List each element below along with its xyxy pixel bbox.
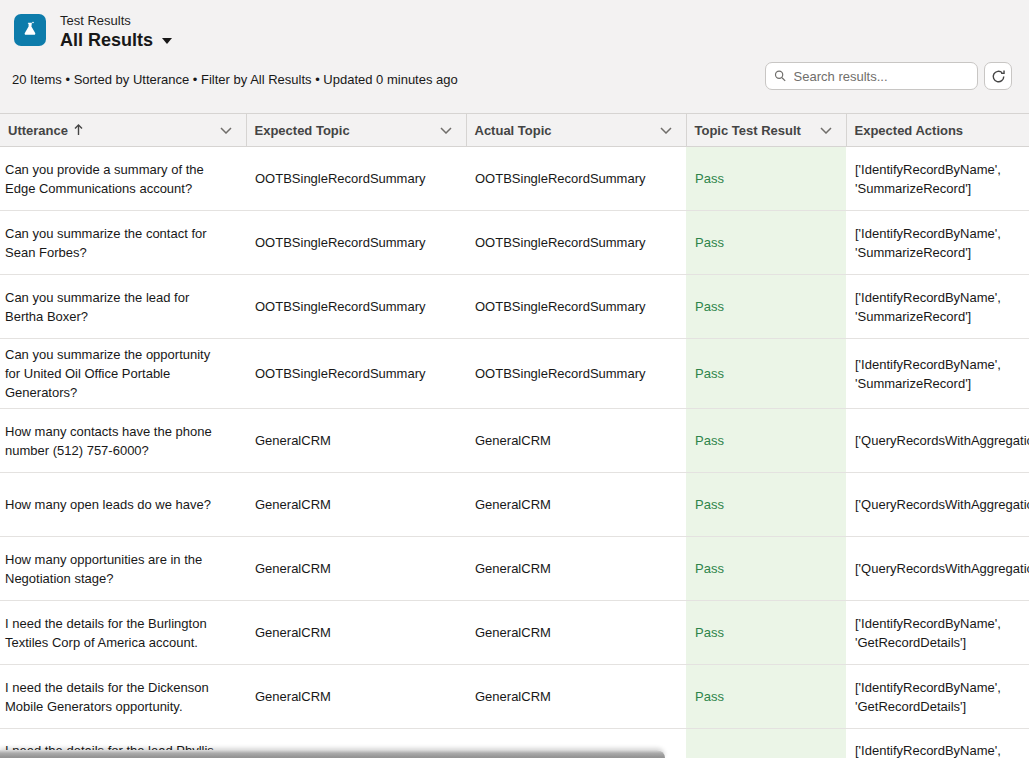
actual-topic-cell: OOTBSingleRecordSummary (466, 147, 686, 211)
actual-topic-cell: GeneralCRM (466, 473, 686, 537)
flask-icon (20, 20, 40, 40)
refresh-icon (991, 69, 1006, 84)
expected-topic-cell: GeneralCRM (246, 473, 466, 537)
topic-test-result-cell: Pass (686, 409, 846, 473)
refresh-button[interactable] (984, 62, 1012, 90)
table-row: How many contacts have the phone number … (0, 409, 1029, 473)
column-header-expected-topic[interactable]: Expected Topic (246, 114, 466, 147)
table-row: Can you summarize the opportunity for Un… (0, 339, 1029, 409)
actual-topic-cell: GeneralCRM (466, 601, 686, 665)
utterance-cell: How many opportunities are in the Negoti… (0, 537, 246, 601)
utterance-cell: I need the details for the Burlington Te… (0, 601, 246, 665)
search-input[interactable] (794, 69, 969, 84)
search-box[interactable] (765, 62, 978, 90)
expected-topic-cell: GeneralCRM (246, 665, 466, 729)
expected-topic-cell: GeneralCRM (246, 537, 466, 601)
chevron-down-icon[interactable] (440, 127, 452, 134)
utterance-cell: How many contacts have the phone number … (0, 409, 246, 473)
utterance-cell: Can you summarize the contact for Sean F… (0, 211, 246, 275)
expected-topic-cell: OOTBSingleRecordSummary (246, 147, 466, 211)
table-header: Utterance Expected Topic Actual Topic Topic… (0, 114, 1029, 147)
column-header-topic-test-result[interactable]: Topic Test Result (686, 114, 846, 147)
topic-test-result-cell: Pass (686, 339, 846, 409)
topic-test-result-cell: Pass (686, 211, 846, 275)
docked-window-bar[interactable] (0, 750, 665, 758)
expected-actions-cell: ['IdentifyRecordByName', 'GetRecordDetai… (846, 665, 1029, 729)
table-row: Can you provide a summary of the Edge Co… (0, 147, 1029, 211)
view-label[interactable]: All Results (60, 30, 153, 50)
expected-topic-cell: OOTBSingleRecordSummary (246, 339, 466, 409)
chevron-down-icon[interactable] (220, 127, 232, 134)
actual-topic-cell: OOTBSingleRecordSummary (466, 211, 686, 275)
table-row: Can you summarize the lead for Bertha Bo… (0, 275, 1029, 339)
topic-test-result-cell: Pass (686, 601, 846, 665)
actual-topic-cell: OOTBSingleRecordSummary (466, 275, 686, 339)
object-label: Test Results (60, 13, 172, 29)
table-row: How many opportunities are in the Negoti… (0, 537, 1029, 601)
expected-actions-cell: ['IdentifyRecordByName', 'SummarizeRecor… (846, 275, 1029, 339)
utterance-cell: How many open leads do we have? (0, 473, 246, 537)
column-label: Utterance (8, 123, 68, 138)
expected-actions-cell: ['IdentifyRecordByName', 'SummarizeRecor… (846, 339, 1029, 409)
test-results-page: Test Results All Results 20 Items • Sort… (0, 0, 1029, 758)
expected-actions-cell: ['QueryRecordsWithAggregatio (846, 473, 1029, 537)
list-summary: 20 Items • Sorted by Utterance • Filter … (12, 72, 458, 87)
expected-topic-cell: GeneralCRM (246, 601, 466, 665)
topic-test-result-cell: Pass (686, 275, 846, 339)
utterance-cell: Can you summarize the lead for Bertha Bo… (0, 275, 246, 339)
actual-topic-cell: GeneralCRM (466, 665, 686, 729)
utterance-cell: I need the details for the Dickenson Mob… (0, 665, 246, 729)
expected-actions-cell: ['QueryRecordsWithAggregatio (846, 409, 1029, 473)
topic-test-result-cell: Pass (686, 537, 846, 601)
expected-topic-cell: OOTBSingleRecordSummary (246, 211, 466, 275)
topic-test-result-cell: Pass (686, 147, 846, 211)
page-header: Test Results All Results 20 Items • Sort… (0, 0, 1029, 113)
expected-actions-cell: ['IdentifyRecordByName', 'GetRecordDetai… (846, 729, 1029, 758)
column-label: Topic Test Result (695, 123, 801, 138)
column-label: Expected Actions (855, 123, 964, 138)
expected-topic-cell: OOTBSingleRecordSummary (246, 275, 466, 339)
topic-test-result-cell: Pass (686, 473, 846, 537)
list-view-selector[interactable]: All Results (60, 30, 172, 50)
table-row: How many open leads do we have?GeneralCR… (0, 473, 1029, 537)
titles: Test Results All Results (60, 13, 172, 50)
expected-actions-cell: ['QueryRecordsWithAggregatio (846, 537, 1029, 601)
column-header-utterance[interactable]: Utterance (0, 114, 246, 147)
chevron-down-icon[interactable] (660, 127, 672, 134)
table-row: I need the details for the Dickenson Mob… (0, 665, 1029, 729)
table-row: Can you summarize the contact for Sean F… (0, 211, 1029, 275)
topic-test-result-cell: Pass (686, 665, 846, 729)
actual-topic-cell: GeneralCRM (466, 409, 686, 473)
chevron-down-icon[interactable] (162, 38, 172, 44)
actual-topic-cell: OOTBSingleRecordSummary (466, 339, 686, 409)
expected-actions-cell: ['IdentifyRecordByName', 'SummarizeRecor… (846, 147, 1029, 211)
expected-actions-cell: ['IdentifyRecordByName', 'SummarizeRecor… (846, 211, 1029, 275)
column-header-actual-topic[interactable]: Actual Topic (466, 114, 686, 147)
expected-actions-cell: ['IdentifyRecordByName', 'GetRecordDetai… (846, 601, 1029, 665)
column-label: Actual Topic (475, 123, 552, 138)
actual-topic-cell: GeneralCRM (466, 537, 686, 601)
utterance-cell: Can you provide a summary of the Edge Co… (0, 147, 246, 211)
table-row: I need the details for the Burlington Te… (0, 601, 1029, 665)
column-header-expected-actions[interactable]: Expected Actions (846, 114, 1029, 147)
column-label: Expected Topic (255, 123, 350, 138)
topic-test-result-cell: Pass (686, 729, 846, 758)
results-table: Utterance Expected Topic Actual Topic Topic… (0, 113, 1029, 758)
search-icon (774, 69, 787, 83)
expected-topic-cell: GeneralCRM (246, 409, 466, 473)
sort-ascending-icon (74, 124, 83, 136)
chevron-down-icon[interactable] (820, 127, 832, 134)
test-results-object-icon (14, 14, 46, 46)
utterance-cell: Can you summarize the opportunity for Un… (0, 339, 246, 409)
